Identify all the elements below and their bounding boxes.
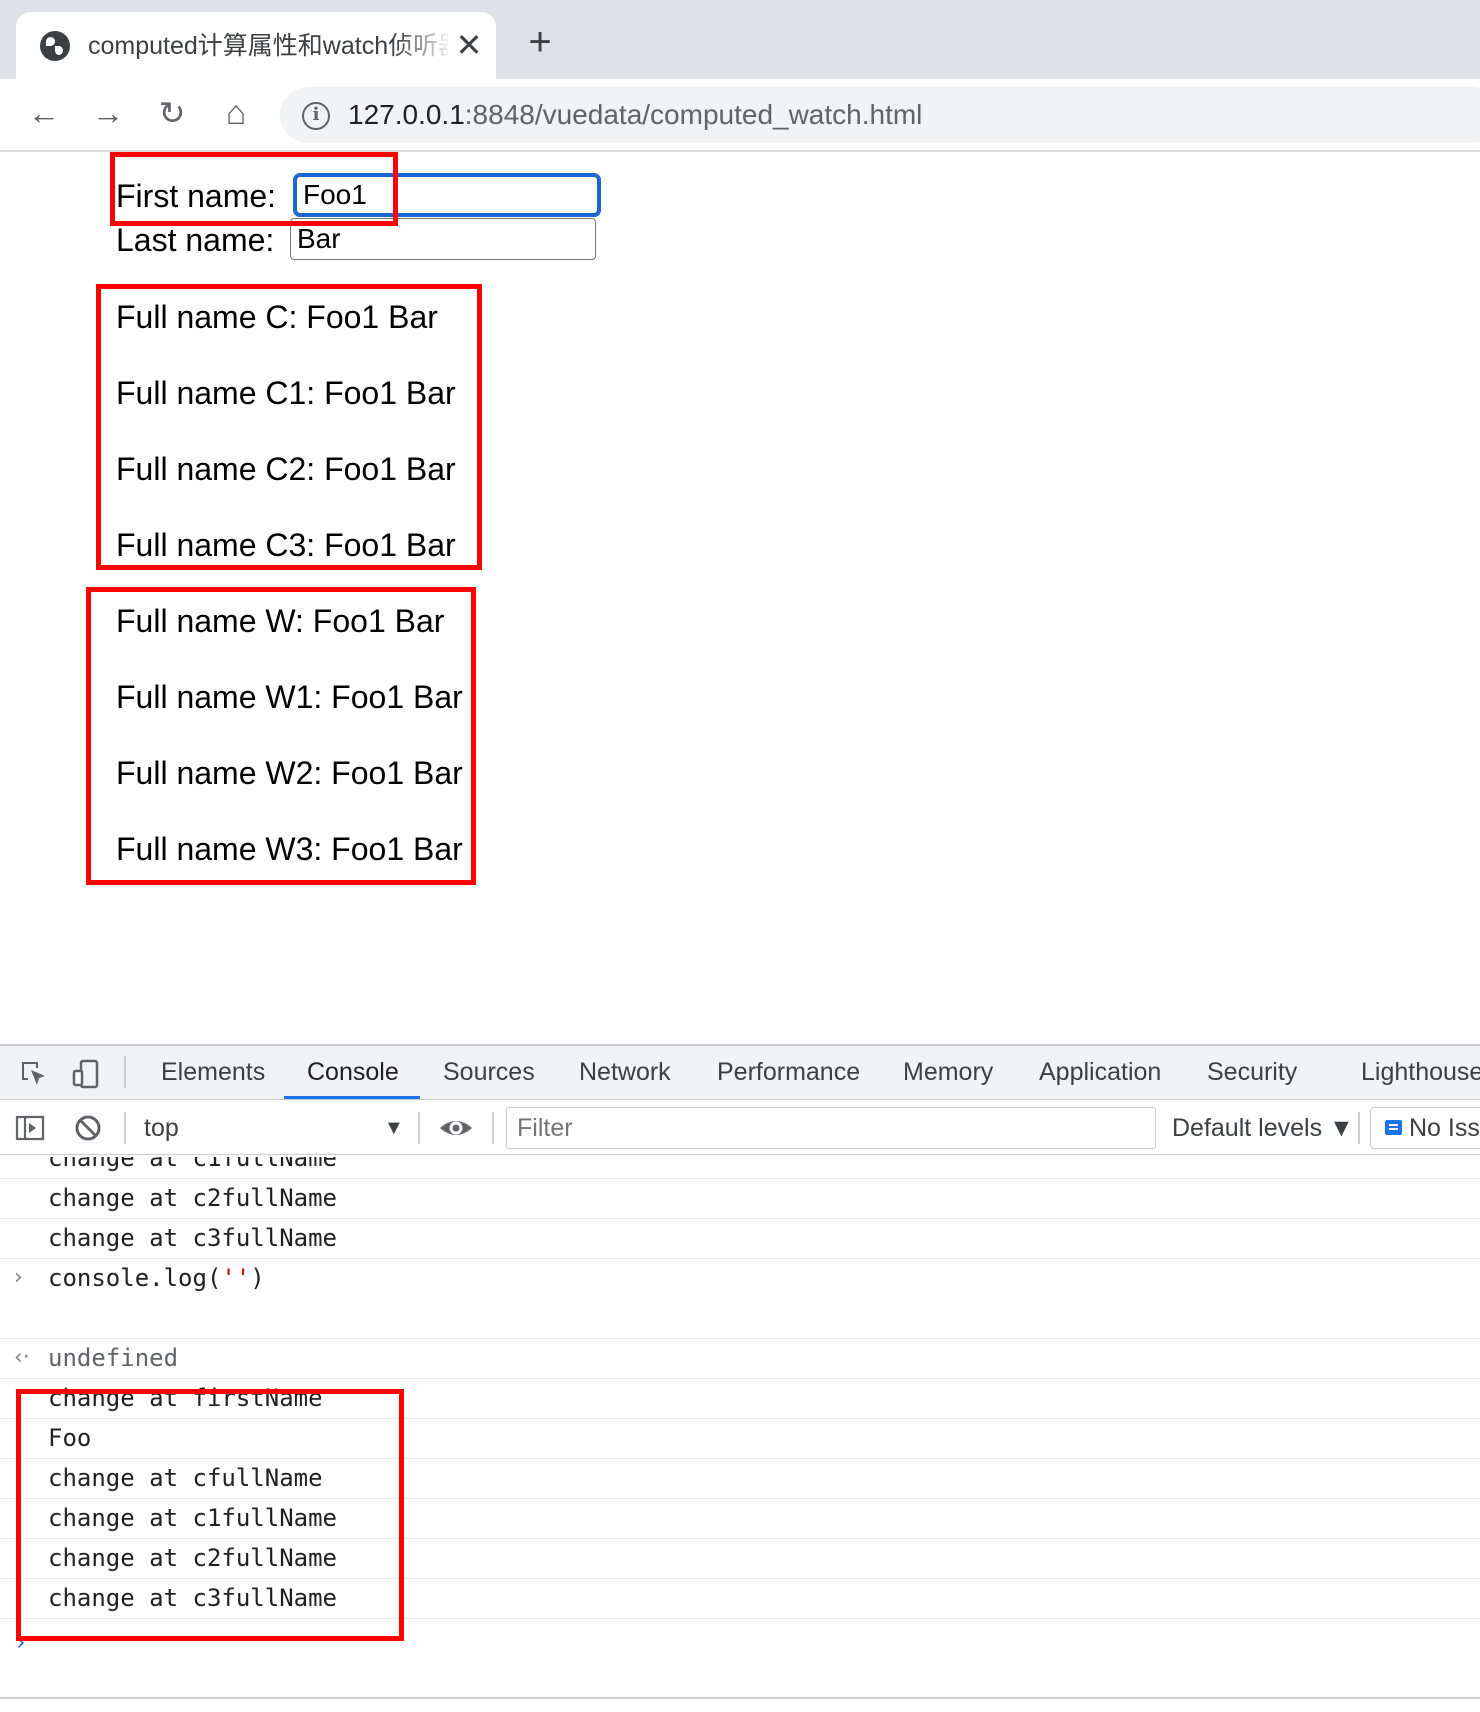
url-host: 127.0.0.1 [348,99,465,130]
eye-icon[interactable] [438,1112,474,1144]
console-message: change at c2fullName [0,1179,1480,1219]
full-name-c: Full name C: Foo1 Bar [116,299,438,335]
console-message: change at c2fullName [0,1539,1480,1579]
first-name-row: First name: [116,173,606,218]
page-content: First name: Last name: Full name C: Foo1… [0,152,1480,1044]
input-chevron-icon: › [14,1265,23,1290]
console-input-entry: › console.log('') [0,1259,1480,1339]
full-name-w1: Full name W1: Foo1 Bar [116,679,463,715]
globe-icon [40,31,70,61]
console-toolbar: top ▼ Default levels ▼ No Issues [0,1101,1480,1155]
last-name-input[interactable] [290,218,596,260]
full-name-w: Full name W: Foo1 Bar [116,603,445,639]
console-message: change at c3fullName [0,1579,1480,1619]
tab-strip: computed计算属性和watch侦听器 ✕ + [0,0,1480,79]
log-levels-dropdown[interactable]: Default levels ▼ [1172,1110,1354,1146]
browser-toolbar: ← → ↻ ⌂ i 127.0.0.1:8848/vuedata/compute… [0,79,1480,152]
tab-lighthouse[interactable]: Lighthouse [1361,1046,1480,1100]
full-name-c1: Full name C1: Foo1 Bar [116,375,456,411]
toolbar-separator [492,1112,494,1144]
result-arrow-icon: ‹· [14,1345,30,1370]
toolbar-separator [124,1056,126,1088]
console-result: undefined [48,1344,179,1372]
first-name-input[interactable] [293,173,601,217]
toolbar-separator [418,1112,420,1144]
last-name-row: Last name: [116,218,606,262]
console-input-code: console.log('') [48,1264,265,1292]
devtools-bottom-border [0,1697,1480,1699]
forward-arrow-icon[interactable]: → [86,91,130,135]
full-name-w3: Full name W3: Foo1 Bar [116,831,463,867]
home-icon[interactable]: ⌂ [214,91,258,135]
console-message: change at cfullName [0,1459,1480,1499]
console-result-entry: ‹· undefined [0,1339,1480,1379]
console-filter-input[interactable] [506,1107,1156,1149]
back-arrow-icon[interactable]: ← [22,91,66,135]
close-icon[interactable]: ✕ [452,29,486,63]
tab-application[interactable]: Application [1039,1046,1161,1100]
device-toggle-icon[interactable] [70,1058,102,1090]
toolbar-separator [124,1112,126,1144]
inspect-element-icon[interactable] [18,1058,50,1090]
tab-network[interactable]: Network [579,1046,671,1100]
url-path: :8848/vuedata/computed_watch.html [464,99,923,130]
last-name-label: Last name: [116,222,275,258]
tab-elements[interactable]: Elements [161,1046,265,1100]
tab-security[interactable]: Security [1207,1046,1297,1100]
info-icon[interactable]: i [302,102,330,130]
active-tab-indicator [284,1096,420,1099]
console-prompt[interactable]: › [16,1628,26,1656]
first-name-label: First name: [116,178,277,214]
chevron-down-icon[interactable]: ▼ [384,1110,404,1146]
address-bar[interactable]: i 127.0.0.1:8848/vuedata/computed_watch.… [280,87,1480,143]
full-name-w2: Full name W2: Foo1 Bar [116,755,463,791]
sidebar-toggle-icon[interactable] [14,1112,46,1144]
devtools-panel: Elements Console Sources Network Perform… [0,1044,1480,1712]
context-selector[interactable]: top [144,1110,404,1146]
console-message: change at c3fullName [0,1219,1480,1259]
console-message: change at firstName [0,1379,1480,1419]
tab-memory[interactable]: Memory [903,1046,993,1100]
tab-title-fade [396,26,452,66]
full-name-c2: Full name C2: Foo1 Bar [116,451,456,487]
browser-tab[interactable]: computed计算属性和watch侦听器 ✕ [16,12,496,79]
toolbar-separator [1358,1112,1360,1144]
full-name-c3: Full name C3: Foo1 Bar [116,527,456,563]
console-output: change at c1fullName change at c2fullNam… [0,1157,1480,1697]
issues-button[interactable]: No Issues [1370,1107,1480,1149]
tab-sources[interactable]: Sources [443,1046,535,1100]
plus-icon[interactable]: + [520,22,560,64]
devtools-tab-bar: Elements Console Sources Network Perform… [0,1046,1480,1100]
console-message: Foo [0,1419,1480,1459]
clear-console-icon[interactable] [72,1112,104,1144]
tab-console[interactable]: Console [307,1046,399,1100]
console-message: change at c1fullName [0,1499,1480,1539]
console-message: change at c1fullName [0,1157,1480,1179]
url-text: 127.0.0.1:8848/vuedata/computed_watch.ht… [348,98,922,132]
issues-label: No Issues [1409,1114,1480,1142]
tab-title: computed计算属性和watch侦听器 [88,32,448,60]
reload-icon[interactable]: ↻ [150,91,194,135]
tab-performance[interactable]: Performance [717,1046,860,1100]
